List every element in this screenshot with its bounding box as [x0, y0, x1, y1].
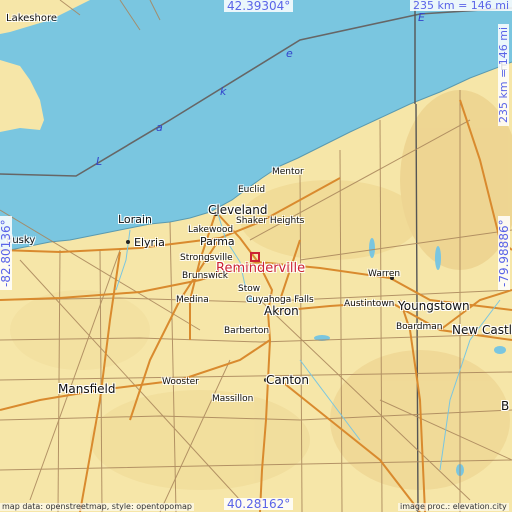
place-lakeshore: Lakeshore: [6, 13, 57, 24]
place-wooster: Wooster: [162, 377, 199, 387]
west-longitude: -82.80136°: [0, 216, 13, 290]
lake-label-letter-1: L: [96, 155, 103, 168]
place-austintown: Austintown: [344, 299, 395, 309]
target-label: Reminderville: [216, 261, 306, 276]
place-lorain: Lorain: [118, 213, 152, 226]
scale-bar: 235 km = 146 mi: [410, 0, 512, 11]
map-canvas[interactable]: L a k e E Lakeshore dusky Mentor Euclid …: [0, 0, 512, 512]
north-latitude: 42.39304°: [224, 0, 294, 12]
map-graphics: [0, 0, 512, 512]
place-cleveland: Cleveland: [208, 203, 268, 217]
place-b-edge: B: [501, 399, 510, 413]
credit-map-data: map data: openstreetmap, style: opentopo…: [0, 502, 194, 511]
lake-label-letter-2: a: [156, 121, 163, 134]
place-canton: Canton: [266, 373, 309, 387]
place-brunswick: Brunswick: [182, 271, 228, 281]
place-lakewood: Lakewood: [188, 225, 234, 235]
scale-bar-vertical: 235 km = 146 mi: [497, 23, 510, 126]
place-warren: Warren: [368, 269, 401, 279]
place-boardman: Boardman: [396, 322, 443, 332]
east-longitude: -79.98886°: [497, 216, 511, 290]
place-massillon: Massillon: [212, 394, 254, 404]
place-shaker-heights: Shaker Heights: [236, 216, 305, 226]
lake-label-letter-3: k: [220, 85, 227, 98]
lake-label-letter-4: e: [286, 47, 293, 60]
lake-label-letter-5: E: [418, 11, 425, 24]
place-youngstown: Youngstown: [398, 299, 470, 313]
place-akron: Akron: [264, 304, 299, 318]
place-new-castle: New Castle: [452, 323, 512, 337]
place-stow: Stow: [238, 284, 261, 294]
south-latitude: 40.28162°: [224, 498, 294, 510]
place-parma: Parma: [200, 235, 235, 248]
place-mentor: Mentor: [272, 167, 304, 177]
place-medina: Medina: [176, 295, 209, 305]
credit-image-proc: image proc.: elevation.city: [398, 502, 509, 511]
place-elyria: Elyria: [134, 236, 165, 249]
place-euclid: Euclid: [238, 185, 266, 195]
place-barberton: Barberton: [224, 326, 270, 336]
place-mansfield: Mansfield: [58, 382, 116, 396]
